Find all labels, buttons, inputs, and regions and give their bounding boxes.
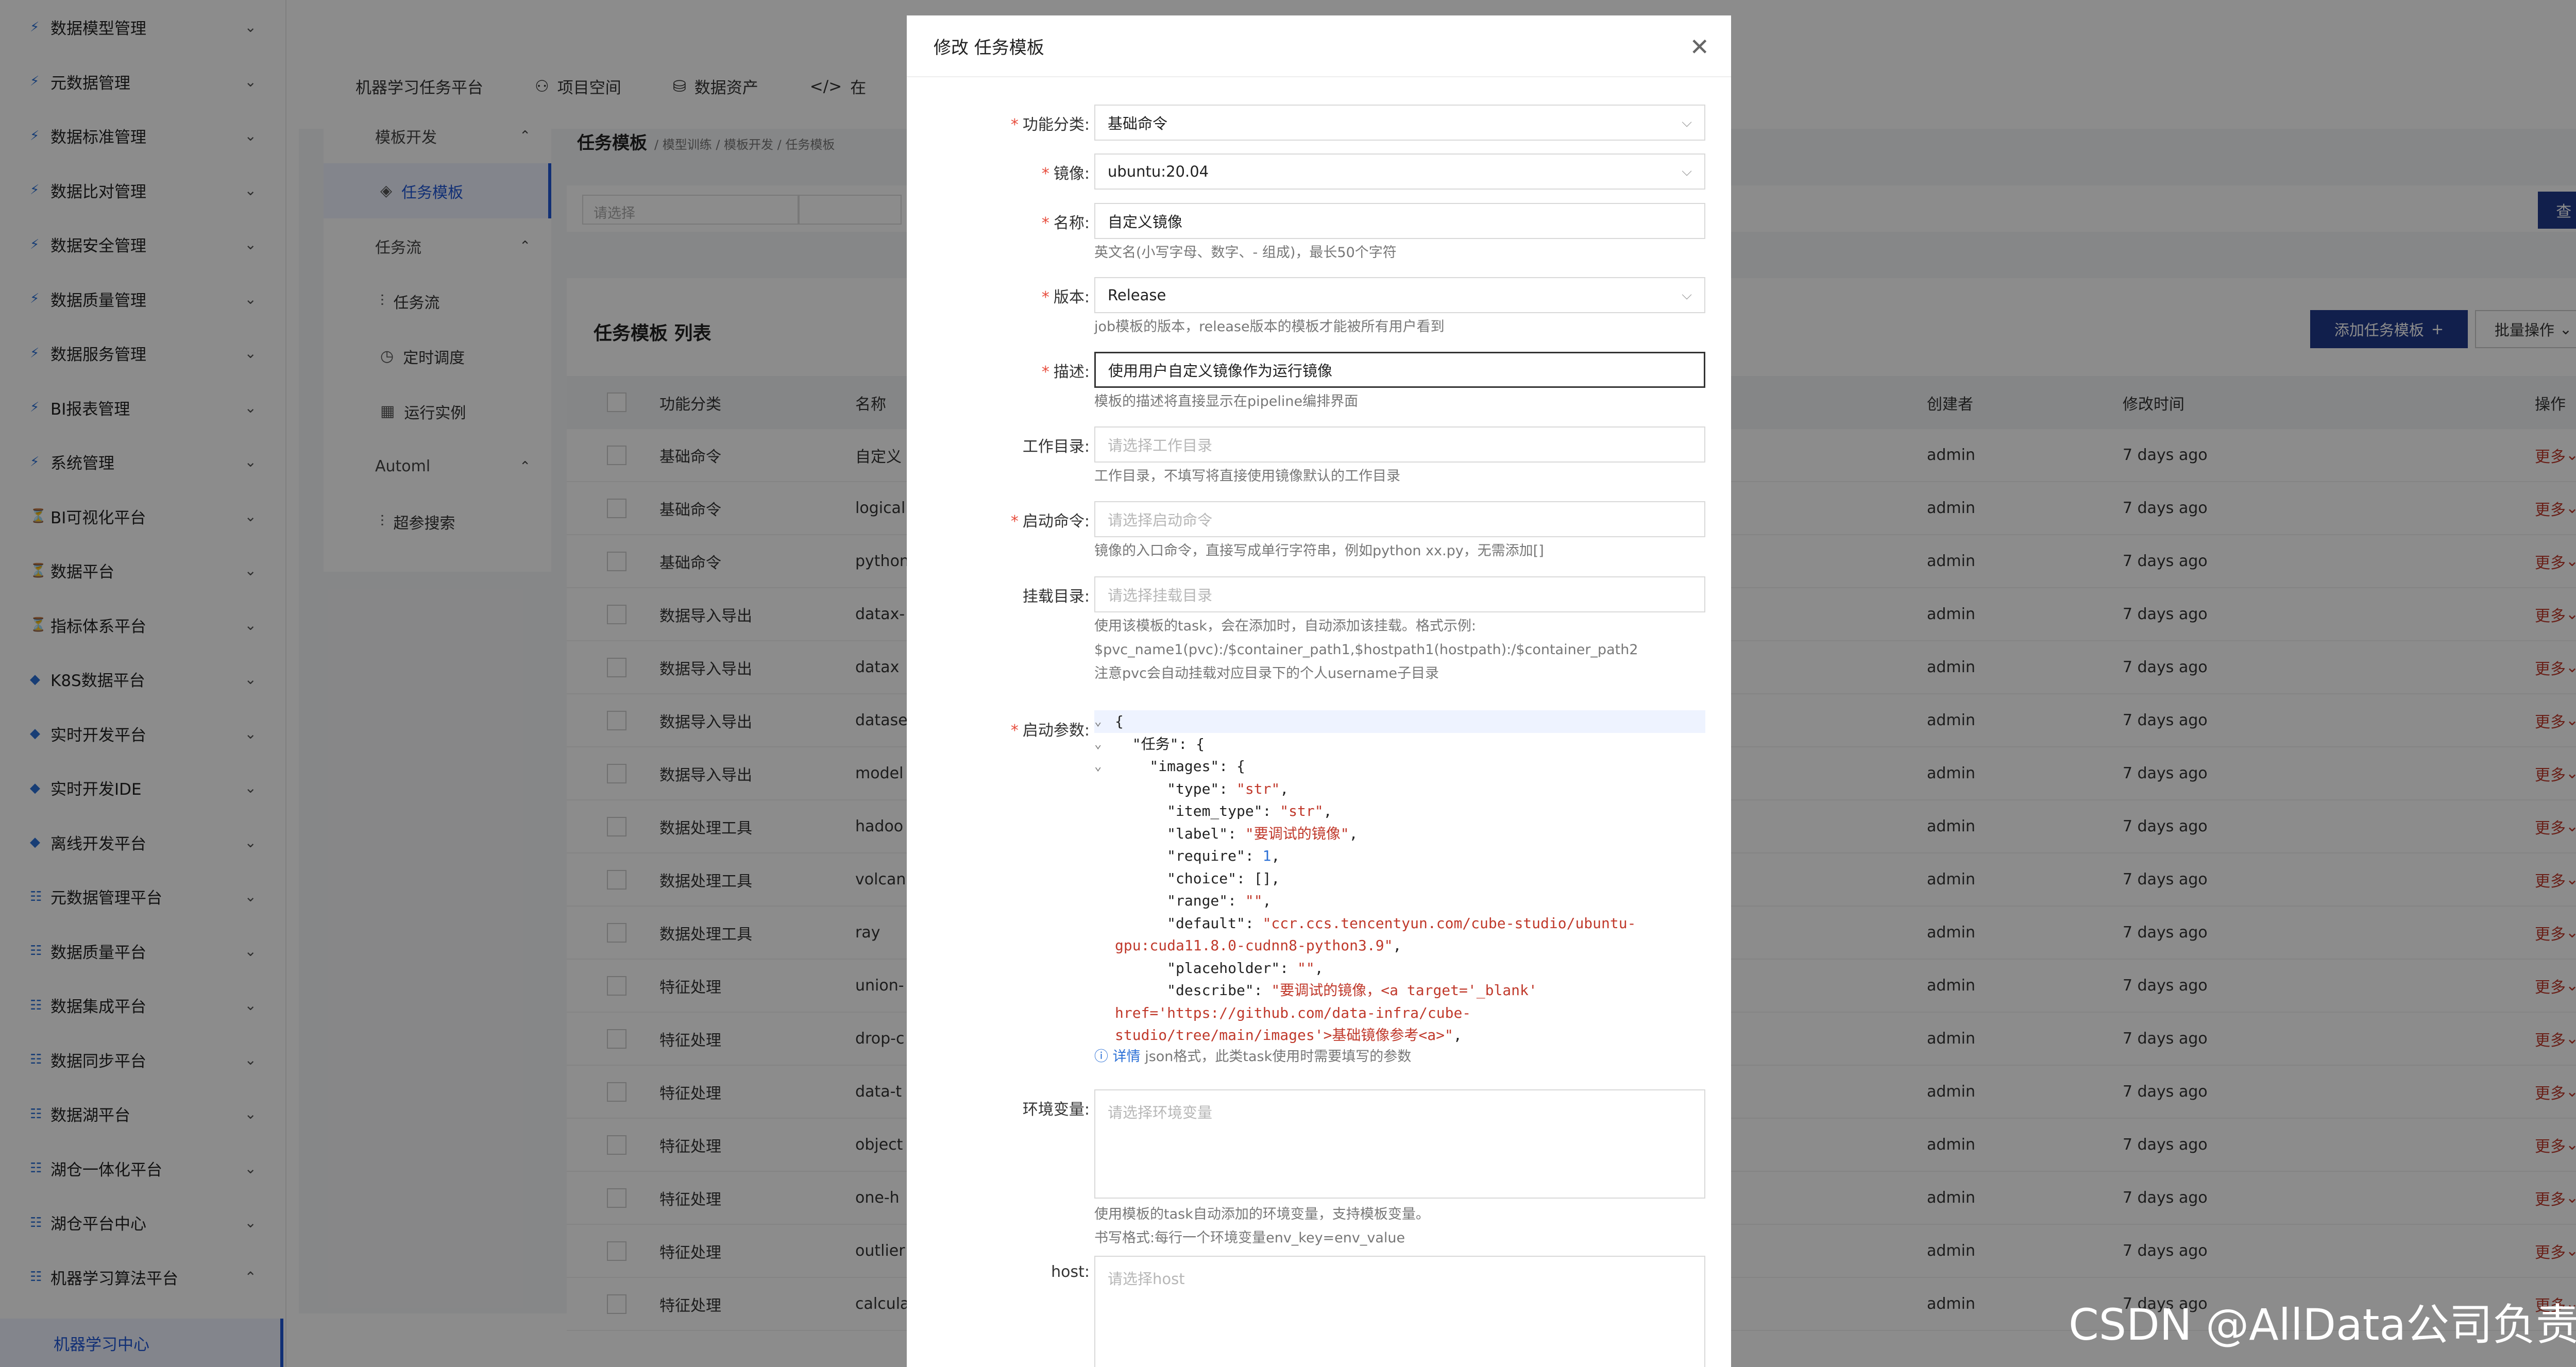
command-input[interactable]: 请选择启动命令	[1094, 501, 1705, 537]
env-textarea[interactable]: 请选择环境变量	[1094, 1089, 1705, 1199]
fold-arrow-icon[interactable]: ⌄	[1094, 733, 1101, 756]
question-circle-icon: ⓘ	[1094, 1049, 1108, 1065]
fold-arrow-icon[interactable]: ⌄	[1094, 710, 1101, 733]
chevron-down-icon: ⌵	[1682, 163, 1692, 179]
fold-arrow-icon[interactable]: ⌄	[1094, 755, 1101, 778]
watermark: CSDN @AllData公司负责人	[2069, 1300, 2576, 1350]
field-help: ⓘ 详情 json格式，此类task使用时需要填写的参数	[1094, 1049, 1412, 1065]
field-label: * 启动命令:	[1010, 512, 1090, 531]
chevron-down-icon: ⌵	[1682, 287, 1692, 303]
field-label: * 启动参数:	[1010, 722, 1090, 740]
modal-header: 修改 任务模板	[907, 15, 1731, 77]
name-input[interactable]: 自定义镜像	[1094, 203, 1705, 239]
field-help: job模板的版本，release版本的模板才能被所有用户看到	[1094, 319, 1445, 335]
field-label: 环境变量:	[1022, 1101, 1090, 1119]
chevron-down-icon: ⌵	[1682, 114, 1692, 130]
args-json-editor[interactable]: ⌄{ ⌄ "任务": { ⌄ "images": { "type": "str"…	[1094, 710, 1705, 1043]
field-help: 使用模板的task自动添加的环境变量，支持模板变量。 书写格式:每行一个环境变量…	[1094, 1206, 1430, 1246]
version-select[interactable]: Release ⌵	[1094, 277, 1705, 313]
field-label: 挂载目录:	[1022, 588, 1090, 606]
close-icon[interactable]: ✕	[1689, 33, 1709, 61]
detail-link[interactable]: 详情	[1113, 1049, 1141, 1065]
edit-template-modal: 修改 任务模板 ✕ * 功能分类: 基础命令 ⌵ * 镜像: ubuntu:20.04…	[907, 15, 1731, 1367]
field-label: * 名称:	[1041, 214, 1090, 232]
field-label: 工作目录:	[1022, 438, 1090, 456]
field-help: 镜像的入口命令，直接写成单行字符串，例如python xx.py，无需添加[]	[1094, 543, 1544, 559]
category-select[interactable]: 基础命令 ⌵	[1094, 105, 1705, 141]
modal-title: 修改 任务模板	[934, 37, 1044, 58]
description-input[interactable]: 使用用户自定义镜像作为运行镜像	[1094, 352, 1705, 388]
field-label: * 版本:	[1041, 288, 1090, 306]
workdir-input[interactable]: 请选择工作目录	[1094, 426, 1705, 463]
field-label: * 镜像:	[1041, 165, 1090, 183]
field-help: 模板的描述将直接显示在pipeline编排界面	[1094, 394, 1359, 409]
field-help: 使用该模板的task，会在添加时，自动添加该挂载。格式示例: $pvc_name…	[1094, 618, 1638, 681]
field-label: host:	[1051, 1263, 1090, 1281]
field-help: 工作目录，不填写将直接使用镜像默认的工作目录	[1094, 468, 1400, 484]
host-textarea[interactable]: 请选择host	[1094, 1256, 1705, 1367]
field-help: 英文名(小写字母、数字、- 组成)，最长50个字符	[1094, 245, 1397, 261]
image-select[interactable]: ubuntu:20.04 ⌵	[1094, 153, 1705, 190]
field-label: * 描述:	[1041, 363, 1090, 381]
mount-input[interactable]: 请选择挂载目录	[1094, 576, 1705, 612]
field-label: * 功能分类:	[1010, 116, 1090, 134]
